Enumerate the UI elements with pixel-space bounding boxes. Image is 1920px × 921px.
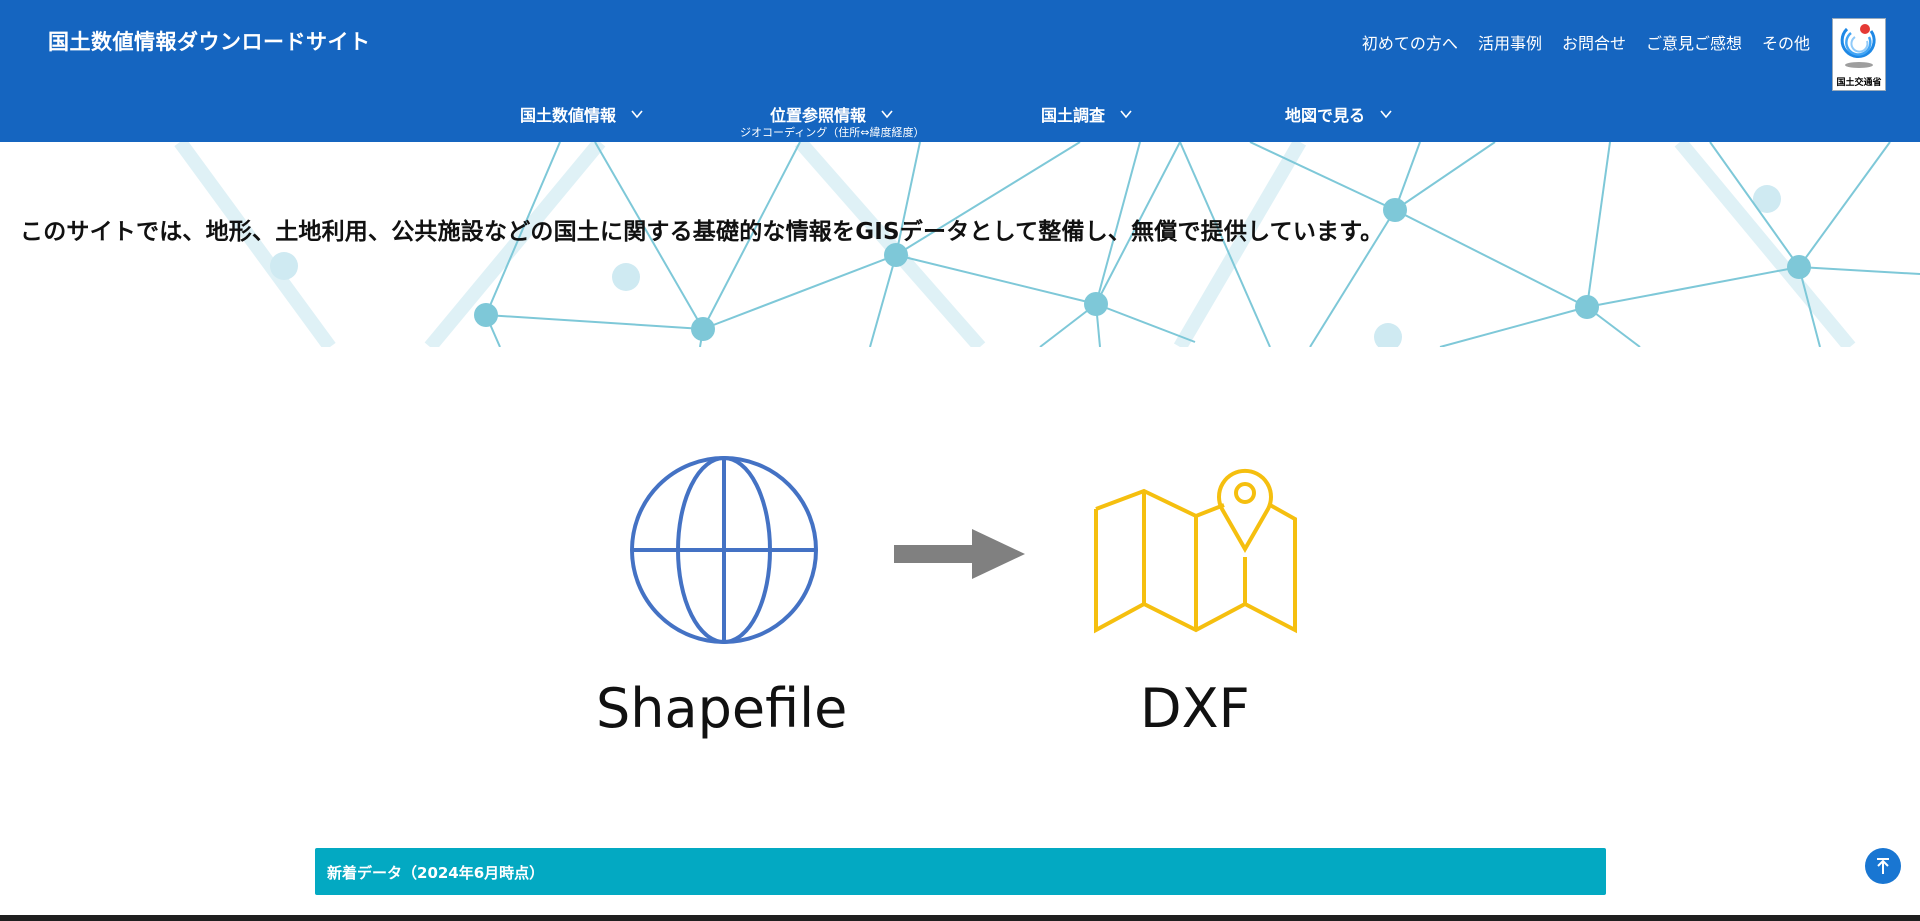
nav-sub-geocoding: ジオコーディング（住所⇔緯度経度） [740,126,925,139]
window-bottom-edge [0,915,1920,921]
chevron-down-icon [631,110,643,119]
shapefile-label: Shapefile [596,677,848,740]
conversion-icons [630,456,1297,644]
arrow-up-icon [1877,858,1889,874]
nav-label: 地図で見る [1285,106,1366,125]
site-header: 国土数値情報ダウンロードサイト 初めての方へ 活用事例 お問合せ ご意見ご感想 … [0,0,1920,142]
chevron-down-icon [1120,110,1132,119]
nav-label: 位置参照情報 [770,106,867,125]
util-link-use-cases[interactable]: 活用事例 [1478,30,1542,54]
mlit-emblem-icon [1840,24,1876,68]
nav-ichi-sansho[interactable]: 位置参照情報 [770,102,894,126]
mlit-logo-text: 国土交通省 [1836,78,1882,88]
nav-kokudo-suuchi[interactable]: 国土数値情報 [520,102,644,126]
nav-label: 国土調査 [1041,106,1106,125]
news-header[interactable]: 新着データ（2024年6月時点） [315,848,1606,895]
hero-description: このサイトでは、地形、土地利用、公共施設などの国土に関する基礎的な情報をGISデ… [20,219,1384,245]
chevron-down-icon [881,110,893,119]
nav-label: 国土数値情報 [520,106,617,125]
chevron-down-icon [1380,110,1392,119]
util-link-contact[interactable]: お問合せ [1562,30,1626,54]
utility-nav: 初めての方へ 活用事例 お問合せ ご意見ご感想 その他 [1362,30,1810,54]
map-pin-icon [1094,468,1297,634]
hero-banner: このサイトでは、地形、土地利用、公共施設などの国土に関する基礎的な情報をGISデ… [0,142,1920,347]
util-link-beginners[interactable]: 初めての方へ [1362,30,1458,54]
nav-kokudo-chousa[interactable]: 国土調査 [1041,102,1133,126]
arrow-right-icon [894,529,1025,579]
main-nav: 国土数値情報 位置参照情報 ジオコーディング（住所⇔緯度経度） 国土調査 地図で… [0,100,1920,142]
nav-chizu[interactable]: 地図で見る [1285,102,1393,126]
dxf-label: DXF [1140,677,1250,740]
util-link-other[interactable]: その他 [1762,30,1810,54]
conversion-graphic: Shapefile DXF [0,347,1920,747]
util-link-feedback[interactable]: ご意見ご感想 [1646,30,1742,54]
news-title: 新着データ（2024年6月時点） [327,864,545,882]
mlit-logo[interactable]: 国土交通省 [1832,18,1886,91]
back-to-top-button[interactable] [1865,848,1901,884]
globe-icon [630,456,818,644]
site-title[interactable]: 国土数値情報ダウンロードサイト [48,26,371,56]
